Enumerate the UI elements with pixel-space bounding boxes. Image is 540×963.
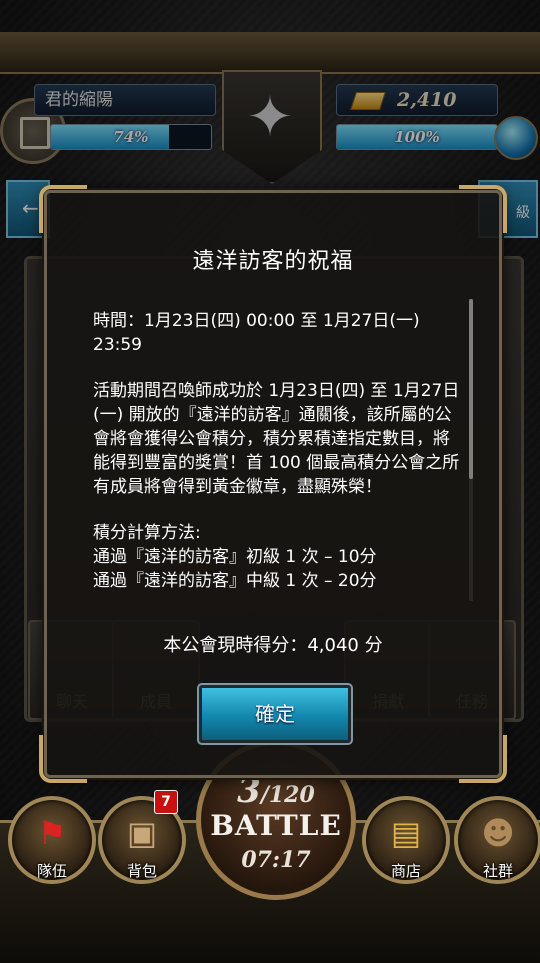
people-icon: ☻ (481, 814, 515, 852)
battle-timer: 07:17 (241, 847, 311, 873)
scroll-thumb[interactable] (469, 299, 473, 479)
team-button[interactable]: ⚑ 隊伍 (8, 796, 96, 884)
team-label: 隊伍 (36, 862, 67, 880)
dialog-title: 遠洋訪客的祝福 (192, 249, 354, 274)
bag-notification-badge: 7 (154, 790, 178, 814)
dialog-corner-ornament (39, 185, 87, 233)
guild-score: 本公會現時得分：4,040 分 (163, 635, 383, 656)
treasure-chest-icon: ▤ (390, 814, 422, 852)
social-label: 社群 (482, 862, 513, 880)
score-rules-text: 積分計算方法: 通過『遠洋的訪客』初級 1 次 – 10分 通過『遠洋的訪客』中… (93, 523, 377, 591)
confirm-label: 確定 (255, 702, 295, 726)
dialog-corner-ornament (39, 735, 87, 783)
event-time-text: 時間：1月23日(四) 00:00 至 1月27日(一) 23:59 (93, 311, 420, 355)
dialog-corner-ornament (459, 735, 507, 783)
dialog-body[interactable]: 時間：1月23日(四) 00:00 至 1月27日(一) 23:59 活動期間召… (93, 309, 463, 601)
bag-icon: ▣ (126, 814, 158, 852)
shop-label: 商店 (390, 862, 421, 880)
bag-label: 背包 (126, 862, 157, 880)
dialog-corner-ornament (459, 185, 507, 233)
flag-icon: ⚑ (37, 814, 67, 852)
dialog-scrollbar[interactable] (469, 299, 473, 601)
battle-title: BATTLE (210, 809, 342, 842)
shop-button[interactable]: ▤ 商店 (362, 796, 450, 884)
social-button[interactable]: ☻ 社群 (454, 796, 540, 884)
battle-max: /120 (260, 782, 315, 808)
event-dialog: 遠洋訪客的祝福 時間：1月23日(四) 00:00 至 1月27日(一) 23:… (39, 185, 507, 783)
event-description-text: 活動期間召喚師成功於 1月23日(四) 至 1月27日(一) 開放的『遠洋的訪客… (93, 381, 460, 497)
confirm-button[interactable]: 確定 (197, 683, 353, 745)
